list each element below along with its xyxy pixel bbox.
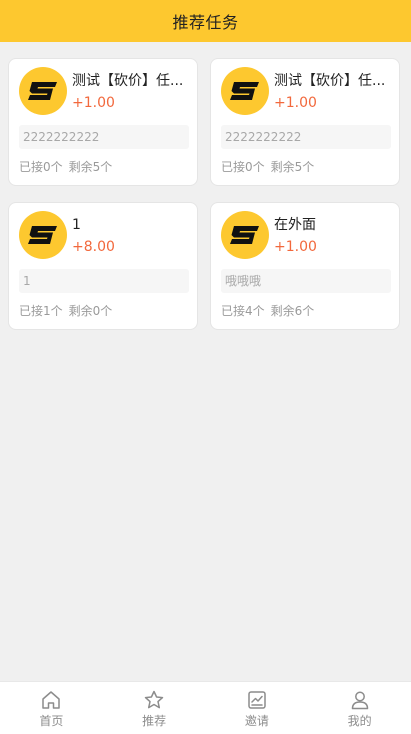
tab-invite[interactable]: 邀请: [206, 682, 309, 734]
star-icon: [143, 689, 165, 711]
tab-recommend[interactable]: 推荐: [103, 682, 206, 734]
home-icon: [40, 689, 62, 711]
tab-label: 首页: [39, 714, 64, 728]
task-reward: +1.00: [274, 239, 317, 255]
task-reward: +8.00: [72, 239, 115, 255]
task-card[interactable]: 测试【砍价】任... +1.00 2222222222 已接0个 剩余5个: [210, 58, 400, 186]
accepted-count: 已接0个: [221, 160, 265, 174]
task-description: 1: [19, 269, 189, 293]
invite-chart-icon: [246, 689, 268, 711]
task-description: 2222222222: [221, 125, 391, 149]
task-description: 2222222222: [19, 125, 189, 149]
task-description: 哦哦哦: [221, 269, 391, 293]
page-title: 推荐任务: [172, 13, 239, 32]
accepted-count: 已接0个: [19, 160, 63, 174]
task-title: 测试【砍价】任...: [274, 73, 386, 89]
task-card[interactable]: 在外面 +1.00 哦哦哦 已接4个 剩余6个: [210, 202, 400, 330]
task-stats: 已接0个 剩余5个: [221, 159, 314, 175]
task-reward: +1.00: [72, 95, 115, 111]
tab-home[interactable]: 首页: [0, 682, 103, 734]
tab-mine[interactable]: 我的: [308, 682, 411, 734]
s-logo-icon: [221, 67, 269, 115]
s-logo-icon: [19, 211, 67, 259]
task-stats: 已接1个 剩余0个: [19, 303, 112, 319]
task-reward: +1.00: [274, 95, 317, 111]
tab-label: 推荐: [142, 714, 167, 728]
top-header: 推荐任务: [0, 0, 411, 42]
tab-label: 我的: [347, 714, 372, 728]
task-stats: 已接0个 剩余5个: [19, 159, 112, 175]
accepted-count: 已接1个: [19, 304, 63, 318]
remaining-count: 剩余5个: [270, 160, 315, 174]
task-card[interactable]: 1 +8.00 1 已接1个 剩余0个: [8, 202, 198, 330]
s-logo-icon: [221, 211, 269, 259]
task-stats: 已接4个 剩余6个: [221, 303, 314, 319]
tab-label: 邀请: [244, 714, 269, 728]
task-title: 1: [72, 217, 81, 233]
bottom-tabbar: 首页 推荐 邀请 我的: [0, 681, 411, 734]
user-icon: [349, 689, 371, 711]
remaining-count: 剩余5个: [68, 160, 113, 174]
task-title: 测试【砍价】任...: [72, 73, 184, 89]
remaining-count: 剩余6个: [270, 304, 315, 318]
task-card[interactable]: 测试【砍价】任... +1.00 2222222222 已接0个 剩余5个: [8, 58, 198, 186]
accepted-count: 已接4个: [221, 304, 265, 318]
remaining-count: 剩余0个: [68, 304, 113, 318]
s-logo-icon: [19, 67, 67, 115]
task-title: 在外面: [274, 217, 316, 233]
